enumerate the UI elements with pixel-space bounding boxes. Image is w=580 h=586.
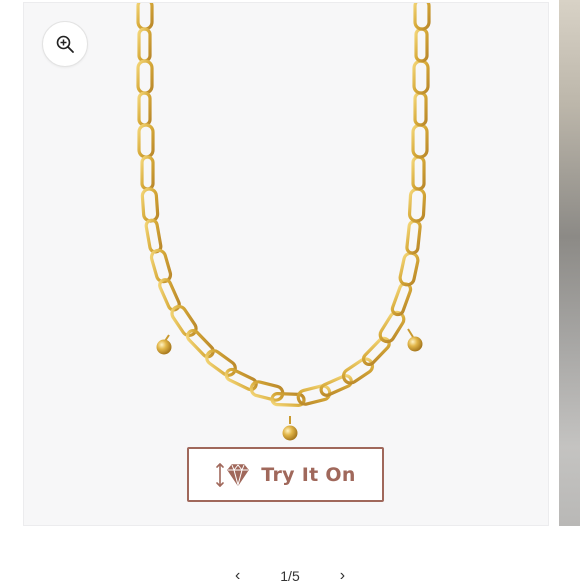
pagination-counter: 1/5 — [280, 568, 300, 584]
try-it-on-button[interactable]: Try It On — [187, 447, 384, 502]
next-product-image-peek[interactable] — [559, 0, 580, 526]
zoom-in-icon — [56, 35, 74, 53]
diamond-arrows-icon — [216, 462, 249, 487]
gallery-pagination: ‹ 1/5 › — [0, 566, 580, 586]
chevron-left-icon[interactable]: ‹ — [235, 568, 240, 584]
zoom-button[interactable] — [42, 21, 88, 67]
product-image-gallery: Try It On ‹ 1/5 › — [0, 0, 580, 584]
try-it-on-label: Try It On — [261, 463, 356, 486]
chevron-right-icon[interactable]: › — [340, 568, 345, 584]
